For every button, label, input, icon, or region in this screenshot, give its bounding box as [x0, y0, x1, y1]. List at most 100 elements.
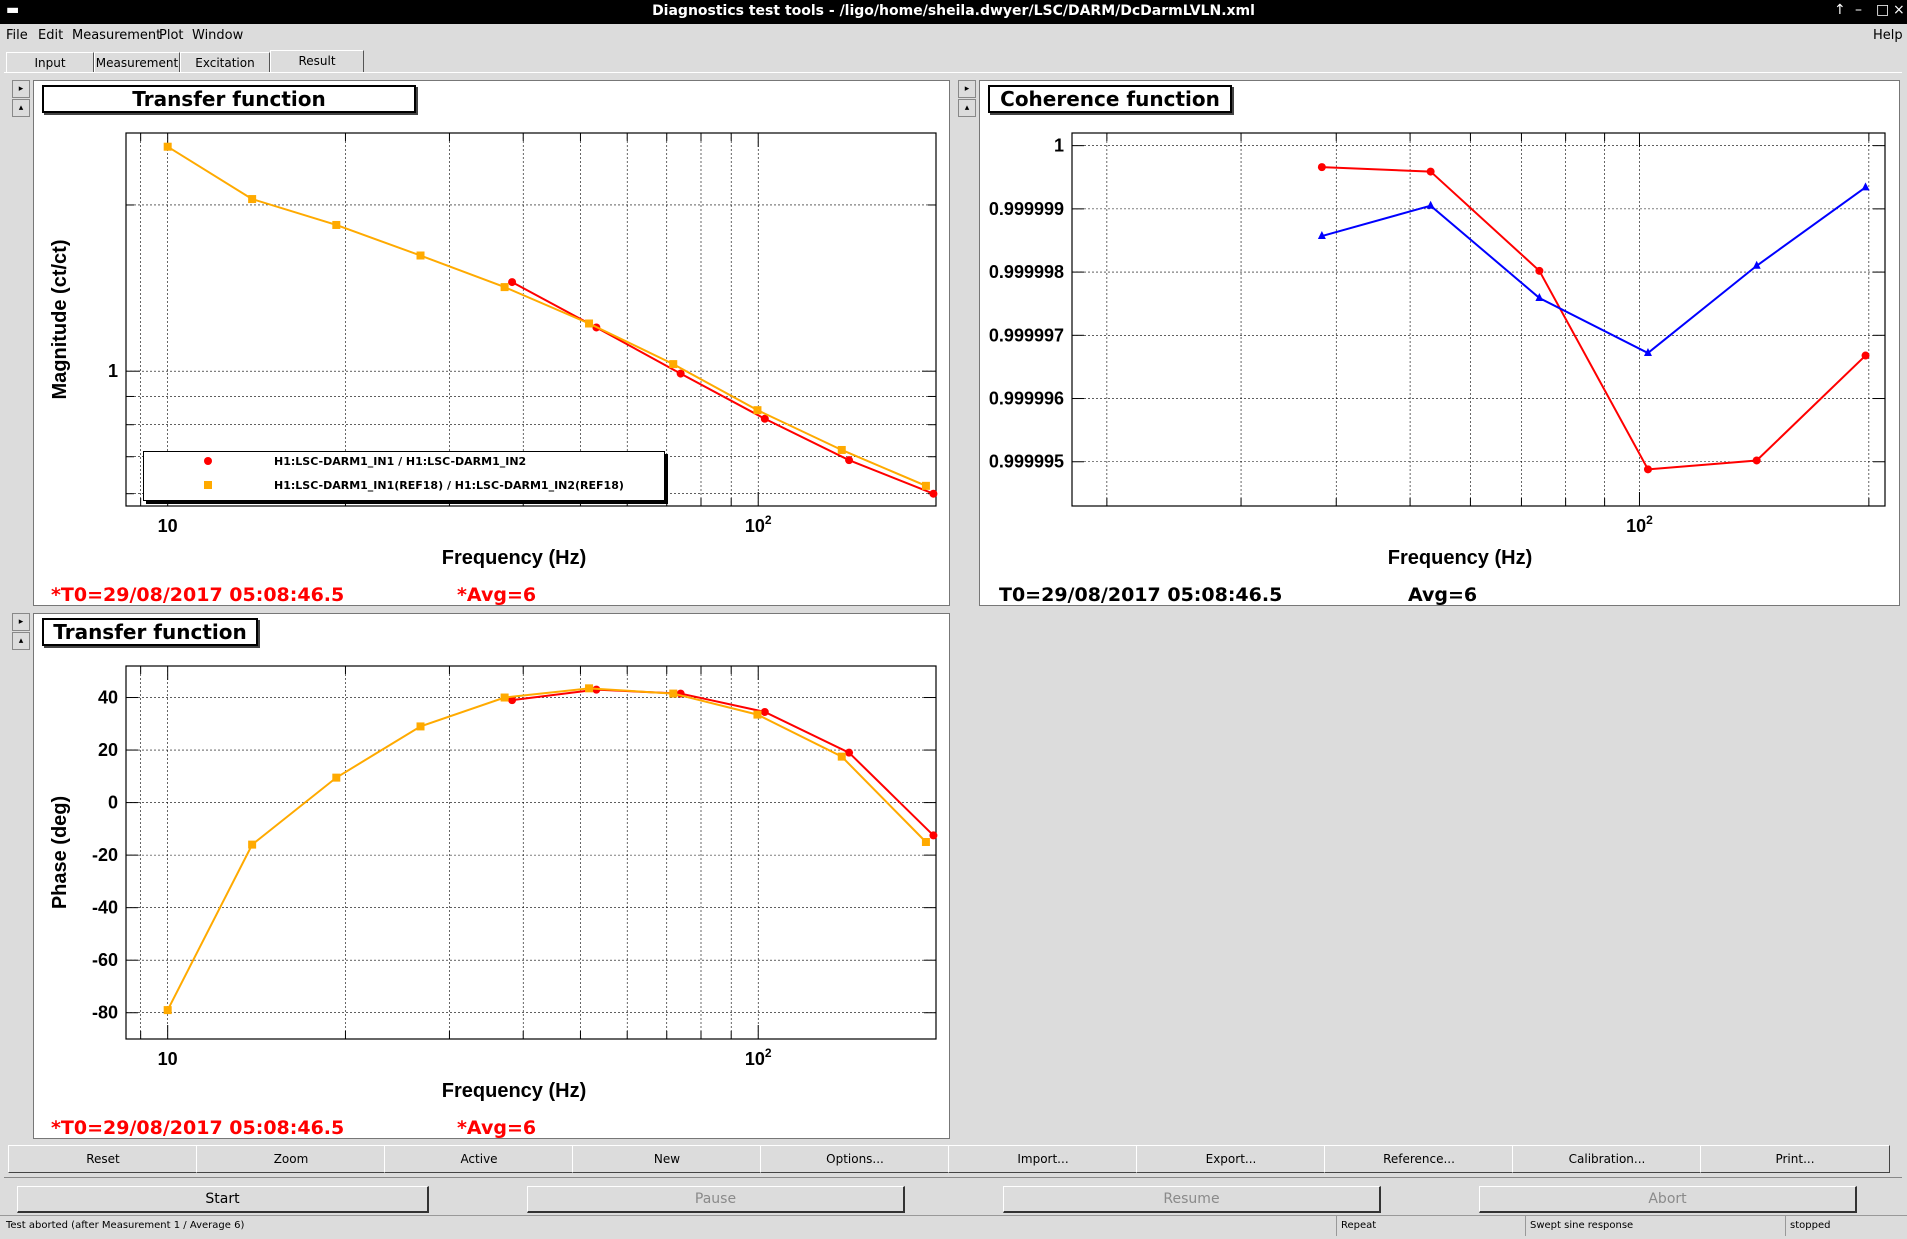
window-title: Diagnostics test tools - /ligo/home/shei… — [652, 3, 1255, 19]
data-point — [585, 684, 594, 693]
menu-file[interactable]: File — [6, 28, 28, 43]
series-line — [511, 688, 935, 837]
abort-button[interactable]: Abort — [1479, 1186, 1857, 1213]
coherence-chart: 102 1 0.999999 0.999998 0.999997 0.999996 0.99… — [980, 132, 1886, 569]
data-point — [500, 693, 509, 702]
magnitude-chart: 10 102 1 Frequency (Hz) Magnitude (ct/ct) — [49, 132, 938, 569]
series-line — [167, 145, 927, 487]
data-point — [669, 689, 678, 698]
data-point — [753, 710, 762, 719]
x-tick-label: 102 — [745, 513, 772, 536]
y-tick-label: 0 — [108, 793, 118, 813]
tab-result[interactable]: Result — [270, 50, 364, 73]
series-line — [166, 687, 927, 1011]
legend-entry: H1:LSC-DARM1_IN1 / H1:LSC-DARM1_IN2 — [274, 455, 527, 468]
data-point — [332, 773, 341, 782]
pad-next-icon[interactable]: ▸ — [12, 613, 30, 631]
print-button[interactable]: Print... — [1700, 1145, 1890, 1173]
data-point — [500, 283, 509, 292]
tab-input[interactable]: Input — [6, 52, 94, 73]
y-tick-label: 0.999997 — [989, 325, 1064, 345]
start-button[interactable]: Start — [17, 1186, 429, 1213]
export-button[interactable]: Export... — [1136, 1145, 1326, 1173]
y-tick-label: -60 — [92, 950, 118, 970]
data-point — [669, 360, 678, 369]
options-button[interactable]: Options... — [760, 1145, 950, 1173]
y-axis-label: Magnitude (ct/ct) — [49, 240, 71, 400]
resume-button[interactable]: Resume — [1003, 1186, 1381, 1213]
status-type: Swept sine response — [1525, 1216, 1786, 1236]
minimize-icon[interactable]: – — [1855, 2, 1862, 18]
active-button[interactable]: Active — [384, 1145, 574, 1173]
raise-icon[interactable]: ↑ — [1834, 2, 1846, 18]
title-bar: ▬ Diagnostics test tools - /ligo/home/sh… — [0, 0, 1907, 24]
plot-pad-magnitude[interactable]: Transfer function 10 102 1 Frequency (Hz) Ma… — [33, 80, 950, 606]
reset-button[interactable]: Reset — [8, 1145, 198, 1173]
import-button[interactable]: Import... — [948, 1145, 1138, 1173]
data-point — [248, 195, 257, 204]
status-state: stopped — [1785, 1216, 1900, 1236]
series-1 — [1317, 163, 1870, 474]
y-tick-label: 1 — [1054, 136, 1064, 156]
data-point — [1317, 163, 1326, 172]
reference-button[interactable]: Reference... — [1324, 1145, 1514, 1173]
y-tick-label: -80 — [92, 1003, 118, 1023]
data-point — [248, 840, 257, 849]
series-2 — [1317, 182, 1870, 357]
pad-next-icon[interactable]: ▸ — [958, 80, 976, 98]
pad-up-icon[interactable]: ▴ — [12, 632, 30, 650]
data-point — [929, 489, 938, 498]
series-line — [1321, 186, 1867, 355]
legend-marker-circle — [204, 457, 212, 465]
data-point — [508, 278, 517, 287]
legend-entry: H1:LSC-DARM1_IN1(REF18) / H1:LSC-DARM1_I… — [274, 479, 624, 492]
pad-next-icon[interactable]: ▸ — [12, 80, 30, 98]
menu-help[interactable]: Help — [1873, 28, 1903, 43]
data-point — [416, 722, 425, 731]
x-axis-label: Frequency (Hz) — [442, 547, 586, 569]
data-point — [1426, 167, 1435, 176]
data-point — [1861, 351, 1870, 360]
data-point — [1426, 200, 1435, 209]
x-axis-label: Frequency (Hz) — [442, 1080, 586, 1102]
y-tick-label: -40 — [92, 898, 118, 918]
data-point — [837, 445, 846, 454]
tab-measurement[interactable]: Measurement — [94, 52, 180, 73]
pad-up-icon[interactable]: ▴ — [12, 99, 30, 117]
x-tick-label: 102 — [745, 1046, 772, 1069]
menu-window[interactable]: Window — [192, 28, 243, 43]
grid — [1072, 133, 1885, 506]
data-point — [837, 752, 846, 761]
menu-measurement[interactable]: Measurement — [72, 28, 161, 43]
maximize-icon[interactable]: □ — [1876, 2, 1889, 18]
data-point — [1535, 266, 1544, 275]
phase-chart: 10 102 40 20 0 -20 -40 -60 -80 Frequency (Hz) Phas… — [49, 665, 938, 1102]
tab-divider — [4, 72, 1902, 73]
data-point — [163, 142, 172, 151]
avg-label: *Avg=6 — [457, 1117, 537, 1139]
divider — [4, 1177, 1902, 1178]
series-2 — [163, 684, 930, 1015]
data-point — [585, 319, 594, 328]
y-tick-label: 0.999995 — [989, 452, 1064, 472]
avg-label: *Avg=6 — [457, 584, 537, 606]
tab-excitation[interactable]: Excitation — [180, 52, 270, 73]
menu-plot[interactable]: Plot — [159, 28, 184, 43]
pad-up-icon[interactable]: ▴ — [958, 99, 976, 117]
pause-button[interactable]: Pause — [527, 1186, 905, 1213]
t0-label: *T0=29/08/2017 05:08:46.5 — [51, 1117, 345, 1139]
zoom-button[interactable]: Zoom — [196, 1145, 386, 1173]
y-tick-label: 0.999996 — [989, 389, 1064, 409]
x-axis-label: Frequency (Hz) — [1388, 547, 1532, 569]
menu-edit[interactable]: Edit — [38, 28, 63, 43]
data-point — [1752, 456, 1761, 465]
plot-pad-coherence[interactable]: Coherence function 102 1 0.999999 0.999998 0… — [979, 80, 1900, 606]
plot-pad-phase[interactable]: Transfer function 10 102 40 20 0 -20 -40 -60 -80… — [33, 613, 950, 1139]
close-icon[interactable]: × — [1893, 2, 1905, 18]
new-button[interactable]: New — [572, 1145, 762, 1173]
calibration-button[interactable]: Calibration... — [1512, 1145, 1702, 1173]
data-point — [1643, 465, 1652, 474]
menu-bar: File Edit Measurement Plot Window Help — [0, 24, 1907, 46]
x-tick-label: 102 — [1626, 513, 1653, 536]
data-point — [921, 481, 930, 490]
